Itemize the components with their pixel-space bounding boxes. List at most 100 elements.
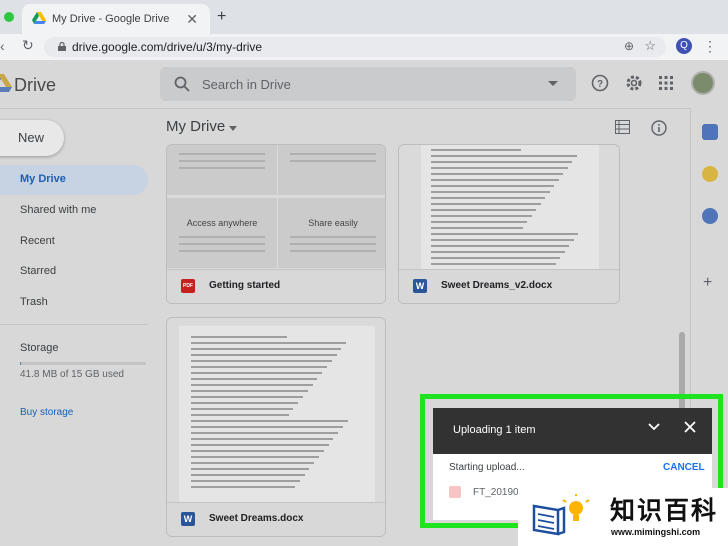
new-button[interactable]: New [0,120,64,156]
preview-tile-title: Access anywhere [186,218,258,228]
list-view-icon[interactable] [615,120,630,134]
search-options-icon[interactable] [548,81,558,86]
help-icon[interactable]: ? [591,74,609,92]
document-text-line [431,263,556,265]
document-text-line [191,426,343,428]
document-text-line [431,179,559,181]
reload-icon[interactable]: ↻ [22,37,34,54]
document-text-line [191,468,310,470]
document-text-line [431,233,578,235]
sidebar-item-shared-with-me[interactable]: Shared with me [0,196,148,226]
document-text-line [431,251,565,253]
apps-grid-icon[interactable] [657,74,675,92]
document-preview [421,145,599,271]
document-text-line [191,396,303,398]
browser-menu-icon[interactable]: ⋮ [703,38,717,55]
document-text-line [191,456,319,458]
sidebar-item-my-drive[interactable]: My Drive [0,165,148,195]
file-card-getting-started[interactable]: Access anywhere Share easily PDF Getting… [166,144,386,304]
document-text-line [191,486,295,488]
chevron-down-icon[interactable] [229,126,237,131]
document-text-line [431,155,577,157]
sidebar-item-label: Recent [20,235,55,247]
header-divider [0,108,690,109]
browser-toolbar: ‹ ↻ drive.google.com/drive/u/3/my-drive … [0,34,728,60]
document-text-line [191,438,334,440]
info-icon[interactable] [651,120,667,136]
drive-favicon-icon [32,12,46,24]
storage-label: Storage [20,342,59,354]
gear-icon[interactable] [625,74,643,92]
document-text-line [191,390,308,392]
new-tab-button[interactable]: + [217,8,226,26]
watermark: 知识百科 www.mimingshi.com [518,488,728,546]
document-text-line [431,161,572,163]
document-text-line [431,149,521,151]
file-name: Sweet Dreams.docx [209,513,304,524]
drive-header: Drive Search in Drive ? [0,60,728,108]
word-doc-icon: W [181,512,195,526]
document-text-line [191,408,294,410]
browser-tab[interactable]: My Drive - Google Drive ✕ [22,4,210,34]
profile-avatar[interactable]: Q [676,38,692,54]
document-text-line [431,203,541,205]
search-input[interactable]: Search in Drive [160,67,576,101]
document-text-line [191,414,289,416]
preview-tile: Access anywhere [167,198,277,268]
document-text-line [431,173,563,175]
document-text-line [191,480,300,482]
document-text-line [431,227,523,229]
document-text-line [191,474,305,476]
search-placeholder: Search in Drive [202,77,291,92]
account-avatar[interactable] [691,71,715,95]
file-card-footer: W Sweet Dreams.docx [167,502,385,536]
document-text-line [431,191,550,193]
word-doc-icon: W [413,279,427,293]
document-text-line [191,336,287,338]
sidebar-item-starred[interactable]: Starred [0,257,148,287]
bookmark-star-icon[interactable]: ☆ [644,38,656,54]
buy-storage-link[interactable]: Buy storage [20,407,73,418]
document-text-line [431,257,560,259]
sidebar-item-label: Shared with me [20,204,97,216]
document-text-line [191,354,337,356]
document-text-line [431,245,569,247]
get-addons-icon[interactable]: + [703,274,712,292]
address-bar[interactable]: drive.google.com/drive/u/3/my-drive ⊕ ☆ [44,37,666,57]
storage-progress-bar [20,362,146,365]
search-icon[interactable] [174,76,190,92]
preview-tile [167,145,277,195]
keep-addon-icon[interactable] [702,166,718,182]
document-text-line [431,215,532,217]
file-card-footer: PDF Getting started [167,269,385,303]
document-text-line [191,462,315,464]
document-text-line [191,444,329,446]
url-text: drive.google.com/drive/u/3/my-drive [72,40,263,54]
sidebar-item-recent[interactable]: Recent [0,227,148,257]
document-text-line [191,366,327,368]
sidebar-item-label: Trash [20,296,48,308]
back-arrow-icon[interactable]: ‹ [0,38,5,54]
page-title[interactable]: My Drive [166,118,225,135]
file-card-sweet-dreams[interactable]: W Sweet Dreams.docx [166,317,386,537]
document-text-line [191,420,348,422]
drive-app-name: Drive [14,75,57,95]
storage-progress-fill [20,362,21,365]
sidebar-divider [0,324,148,325]
window-maximize-button[interactable] [4,12,14,22]
drive-logo-icon [0,74,12,92]
document-text-line [191,372,323,374]
file-card-sweet-dreams-v2[interactable]: W Sweet Dreams_v2.docx [398,144,620,304]
document-text-line [191,450,324,452]
document-text-line [191,348,342,350]
sidebar-item-trash[interactable]: Trash [0,288,148,318]
sidebar-item-label: Starred [20,265,57,277]
file-name: Getting started [209,280,281,291]
document-text-line [191,360,332,362]
tab-close-icon[interactable]: ✕ [186,11,198,28]
calendar-addon-icon[interactable] [702,124,718,140]
lock-icon [58,42,66,51]
install-app-icon[interactable]: ⊕ [624,39,634,53]
tasks-addon-icon[interactable] [702,208,718,224]
document-text-line [431,239,574,241]
